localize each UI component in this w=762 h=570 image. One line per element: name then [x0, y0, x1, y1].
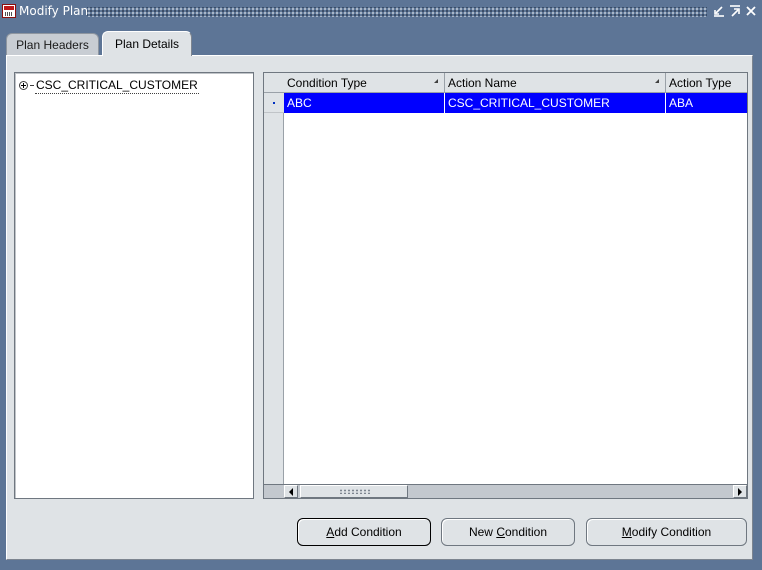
minimize-icon[interactable]: [712, 4, 726, 18]
button-label: odify Condition: [631, 525, 712, 539]
new-condition-button[interactable]: New Condition: [441, 518, 575, 546]
column-header-label: Action Type: [669, 76, 732, 90]
tab-plan-headers[interactable]: Plan Headers: [6, 33, 99, 55]
sort-icon: [655, 79, 659, 83]
title-bar-grip-pattern: [87, 7, 707, 17]
mnemonic: M: [621, 525, 632, 539]
scroll-left-button[interactable]: [284, 485, 298, 498]
current-row-indicator[interactable]: [264, 93, 284, 113]
plan-tree[interactable]: CSC_CRITICAL_CUSTOMER: [14, 72, 254, 499]
cell-action-type[interactable]: ABA: [666, 93, 747, 113]
grid-corner: [264, 73, 284, 93]
modify-plan-window: Modify Plan Plan Headers Plan Details CS…: [0, 0, 762, 570]
cell-condition-type[interactable]: ABC: [284, 93, 445, 113]
column-header-action-type[interactable]: Action Type: [666, 73, 747, 93]
window-title: Modify Plan: [19, 4, 89, 18]
horizontal-scrollbar[interactable]: [263, 484, 748, 499]
button-label: dd Condition: [334, 525, 402, 539]
add-condition-button[interactable]: Add Condition: [297, 518, 431, 546]
column-header-label: Action Name: [448, 76, 517, 90]
button-label: New: [468, 525, 497, 539]
maximize-icon[interactable]: [728, 4, 742, 18]
title-bar[interactable]: Modify Plan: [0, 0, 762, 24]
column-header-label: Condition Type: [287, 76, 367, 90]
modify-condition-button[interactable]: Modify Condition: [586, 518, 747, 546]
conditions-grid: Condition Type Action Name Action Type A…: [263, 72, 748, 499]
tree-node[interactable]: CSC_CRITICAL_CUSTOMER: [19, 77, 199, 94]
tab-plan-details[interactable]: Plan Details: [102, 31, 192, 56]
row-header-column: [264, 73, 284, 498]
arrow-right-icon: [738, 488, 742, 496]
column-header-condition-type[interactable]: Condition Type: [284, 73, 445, 93]
mnemonic: C: [496, 525, 505, 539]
scroll-right-button[interactable]: [733, 485, 747, 498]
close-icon[interactable]: [744, 4, 758, 18]
tree-node-label[interactable]: CSC_CRITICAL_CUSTOMER: [35, 77, 199, 94]
button-label: ondition: [504, 525, 548, 539]
expand-icon[interactable]: [19, 80, 28, 90]
grid-empty-area[interactable]: [284, 113, 747, 484]
scroll-grip: [339, 489, 371, 494]
oracle-forms-app-icon[interactable]: [2, 4, 16, 18]
arrow-left-icon: [289, 488, 293, 496]
scroll-thumb[interactable]: [300, 485, 408, 498]
cell-action-name[interactable]: CSC_CRITICAL_CUSTOMER: [445, 93, 666, 113]
column-header-action-name[interactable]: Action Name: [445, 73, 666, 93]
sort-icon: [434, 79, 438, 83]
tree-connector: [30, 84, 34, 86]
